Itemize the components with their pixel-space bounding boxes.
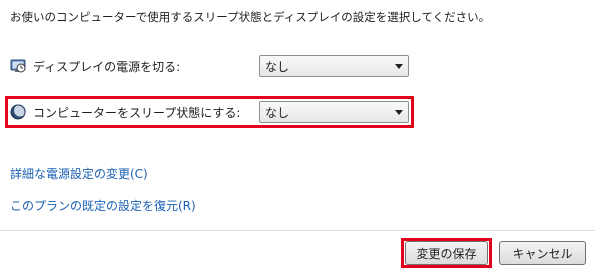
sleep-select[interactable]: なし	[259, 101, 409, 123]
sleep-row: コンピューターをスリープ状態にする:	[10, 101, 240, 123]
sleep-value: なし	[265, 105, 290, 120]
display-off-row: ディスプレイの電源を切る:	[10, 55, 180, 77]
sleep-label: コンピューターをスリープ状態にする:	[33, 106, 241, 120]
display-off-label: ディスプレイの電源を切る:	[33, 60, 181, 74]
description-text: お使いのコンピューターで使用するスリープ状態とディスプレイの設定を選択してくださ…	[10, 10, 491, 24]
display-off-value: なし	[265, 59, 290, 74]
cancel-button[interactable]: キャンセル	[499, 241, 586, 265]
save-changes-button[interactable]: 変更の保存	[405, 241, 488, 265]
chevron-down-icon	[395, 64, 403, 69]
restore-defaults-link[interactable]: このプランの既定の設定を復元(R)	[10, 197, 196, 214]
moon-icon	[10, 104, 26, 120]
display-off-select[interactable]: なし	[259, 55, 409, 77]
footer-separator	[0, 230, 595, 231]
advanced-power-settings-link[interactable]: 詳細な電源設定の変更(C)	[10, 165, 148, 182]
chevron-down-icon	[395, 110, 403, 115]
monitor-clock-icon	[10, 58, 26, 74]
